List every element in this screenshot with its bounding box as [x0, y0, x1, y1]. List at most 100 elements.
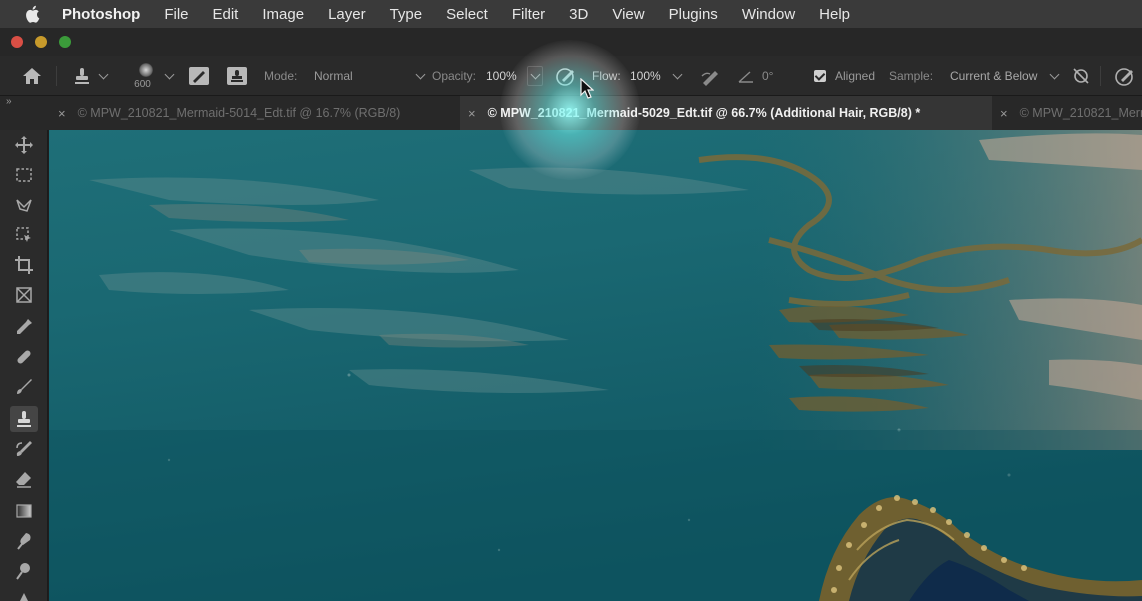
flow-field[interactable]: 100% [630, 56, 661, 96]
marquee-tool[interactable] [10, 162, 38, 188]
clone-source-toggle[interactable] [226, 56, 248, 96]
checkbox-checked-icon [814, 70, 826, 82]
airbrush-icon [701, 71, 718, 86]
pressure-size-button[interactable] [1114, 56, 1136, 96]
document-canvas[interactable] [49, 130, 1142, 601]
menu-filter[interactable]: Filter [512, 6, 545, 23]
mode-dropdown[interactable]: Normal [314, 56, 426, 96]
dodge-tool[interactable] [10, 558, 38, 584]
brush-tool[interactable] [10, 374, 38, 400]
pressure-opacity-icon [556, 68, 574, 86]
object-selection-tool[interactable] [10, 222, 38, 248]
apple-icon[interactable] [24, 5, 40, 23]
menu-3d[interactable]: 3D [569, 6, 588, 23]
mode-label: Mode: [264, 69, 298, 83]
menu-view[interactable]: View [612, 6, 644, 23]
pressure-opacity-button[interactable] [555, 56, 577, 96]
eraser-tool[interactable] [10, 466, 38, 492]
eyedropper-icon [17, 319, 32, 334]
home-icon [23, 68, 41, 84]
history-brush-icon [16, 441, 32, 456]
move-icon [15, 136, 33, 154]
chevron-down-icon[interactable] [164, 69, 175, 79]
healing-brush-tool[interactable] [10, 344, 38, 370]
blur-tool[interactable] [10, 528, 38, 554]
home-button[interactable] [22, 56, 42, 96]
window-zoom-button[interactable] [59, 36, 71, 48]
mode-value: Normal [314, 69, 353, 83]
ignore-adjustment-layers-button[interactable] [1072, 56, 1090, 96]
crop-tool[interactable] [10, 252, 38, 278]
flow-label: Flow: [592, 69, 621, 83]
close-tab-icon[interactable]: × [58, 106, 66, 121]
aligned-checkbox[interactable]: Aligned [814, 56, 875, 96]
angle-value: 0° [762, 69, 774, 83]
menu-help[interactable]: Help [819, 6, 850, 23]
chevron-down-icon [98, 69, 109, 79]
chevron-down-icon [672, 69, 683, 79]
bandage-icon [17, 350, 31, 364]
tools-panel [0, 130, 48, 601]
brush-icon [17, 379, 32, 394]
menu-file[interactable]: File [164, 6, 188, 23]
menu-image[interactable]: Image [262, 6, 304, 23]
window-minimize-button[interactable] [35, 36, 47, 48]
brush-tip-icon [139, 62, 153, 77]
dodge-icon [16, 563, 30, 580]
frame-tool[interactable] [10, 282, 38, 308]
marquee-icon [16, 168, 32, 182]
frame-icon [16, 287, 32, 303]
app-menu-photoshop[interactable]: Photoshop [62, 6, 140, 23]
collapse-panels-icon[interactable]: » [6, 96, 12, 107]
pen-icon [20, 593, 28, 601]
crop-icon [15, 256, 33, 274]
aligned-label: Aligned [835, 69, 876, 83]
document-tab-bar: » × © MPW_210821_Mermaid-5014_Edt.tif @ … [0, 96, 1142, 130]
gradient-icon [16, 504, 32, 518]
menu-layer[interactable]: Layer [328, 6, 366, 23]
document-tab-5029[interactable]: × © MPW_210821_Mermaid-5029_Edt.tif @ 66… [460, 96, 992, 130]
menu-window[interactable]: Window [742, 6, 795, 23]
brush-angle-field[interactable]: 0° [738, 56, 773, 96]
window-close-button[interactable] [11, 36, 23, 48]
document-tab-5014[interactable]: × © MPW_210821_Mermaid-5014_Edt.tif @ 16… [50, 96, 460, 130]
clone-stamp-icon [75, 68, 89, 84]
brush-size-value: 600 [134, 78, 151, 90]
eyedropper-tool[interactable] [10, 314, 38, 340]
clone-source-icon [227, 67, 247, 85]
opacity-field[interactable]: 100% [486, 56, 517, 96]
clone-stamp-tool[interactable] [10, 406, 38, 432]
sample-value: Current & Below [950, 69, 1038, 83]
gradient-tool[interactable] [10, 498, 38, 524]
smudge-icon [17, 533, 31, 550]
history-brush-tool[interactable] [10, 436, 38, 462]
close-tab-icon[interactable]: × [468, 106, 476, 121]
window-titlebar [0, 28, 1142, 56]
angle-icon [738, 71, 753, 83]
flow-slider-toggle[interactable] [672, 56, 683, 96]
tab-title: © MPW_210821_Mermaid-5029_Edt.tif @ 66.7… [487, 106, 921, 120]
document-tab-third[interactable]: × © MPW_210821_Mermaid [992, 96, 1142, 130]
opacity-slider-toggle[interactable] [527, 56, 543, 96]
tool-preset-picker[interactable] [72, 56, 109, 96]
move-tool[interactable] [10, 132, 38, 158]
opacity-label: Opacity: [432, 69, 477, 83]
underwater-photo [49, 130, 1142, 601]
menu-bar: Photoshop File Edit Image Layer Type Sel… [0, 0, 1142, 28]
tab-title: © MPW_210821_Mermaid-5014_Edt.tif @ 16.7… [77, 106, 401, 120]
menu-type[interactable]: Type [390, 6, 423, 23]
menu-edit[interactable]: Edit [213, 6, 239, 23]
pen-tool[interactable] [10, 588, 38, 601]
lasso-tool[interactable] [10, 192, 38, 218]
airbrush-button[interactable] [700, 56, 722, 96]
sample-dropdown[interactable]: Current & Below [950, 56, 1060, 96]
brush-preset-picker[interactable]: 600 [132, 56, 153, 96]
opacity-value: 100% [486, 69, 517, 83]
pressure-size-icon [1115, 68, 1133, 86]
menu-plugins[interactable]: Plugins [669, 6, 718, 23]
close-tab-icon[interactable]: × [1000, 106, 1008, 121]
brush-settings-toggle[interactable] [188, 56, 210, 96]
options-bar: 600 Mode: Normal Opacity: 100% Flow: 100… [0, 56, 1142, 96]
tab-title: © MPW_210821_Mermaid [1019, 106, 1142, 120]
menu-select[interactable]: Select [446, 6, 488, 23]
